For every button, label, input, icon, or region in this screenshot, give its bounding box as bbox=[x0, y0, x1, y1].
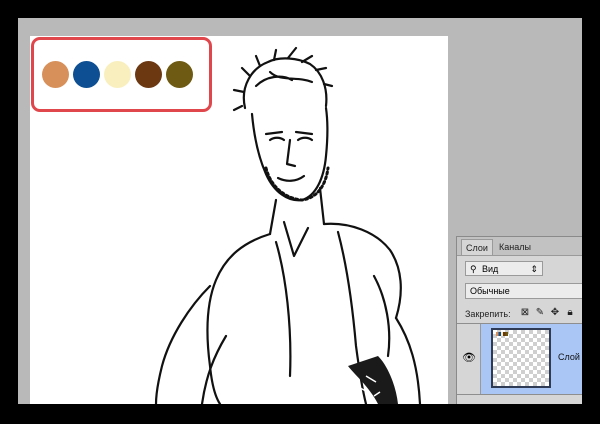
tab-channels[interactable]: Каналы bbox=[495, 239, 535, 255]
eye-icon: 👁︎ bbox=[462, 352, 476, 364]
swatch-dark-brown[interactable] bbox=[135, 61, 162, 88]
brush-icon[interactable]: ✎ bbox=[534, 307, 546, 319]
color-palette-highlight bbox=[31, 37, 212, 112]
blend-mode-label: Обычные bbox=[470, 286, 510, 296]
lock-transparent-icon[interactable]: ⊠ bbox=[519, 307, 531, 319]
swatch-preview-icon bbox=[496, 332, 508, 336]
swatch-olive[interactable] bbox=[166, 61, 193, 88]
layer-name[interactable]: Слой 1 bbox=[558, 352, 582, 362]
swatch-light-brown[interactable] bbox=[42, 61, 69, 88]
layer-thumbnail[interactable] bbox=[491, 328, 551, 388]
filter-label: Вид bbox=[482, 264, 499, 274]
blend-mode-select[interactable]: Обычные bbox=[465, 283, 582, 299]
layer-row[interactable]: 👁︎ Слой 1 bbox=[457, 323, 582, 395]
layers-panel: Слои Каналы ⚲ Вид ⇕ Обычные Закрепить: ⊠… bbox=[456, 236, 582, 404]
swatch-cream[interactable] bbox=[104, 61, 131, 88]
lock-label: Закрепить: bbox=[465, 309, 511, 319]
layer-visibility-toggle[interactable]: 👁︎ bbox=[457, 324, 481, 394]
layers-panel-tabbar: Слои Каналы bbox=[457, 237, 582, 256]
layer-filter-select[interactable]: ⚲ Вид ⇕ bbox=[465, 261, 543, 276]
dropdown-arrow-icon: ⇕ bbox=[530, 264, 538, 274]
move-icon[interactable]: ✥ bbox=[549, 307, 561, 319]
tab-layers[interactable]: Слои bbox=[461, 239, 493, 255]
search-icon: ⚲ bbox=[470, 264, 477, 274]
padlock-icon[interactable]: 🔒︎ bbox=[564, 307, 576, 319]
photoshop-workspace: Слои Каналы ⚲ Вид ⇕ Обычные Закрепить: ⊠… bbox=[18, 18, 582, 404]
swatch-blue[interactable] bbox=[73, 61, 100, 88]
